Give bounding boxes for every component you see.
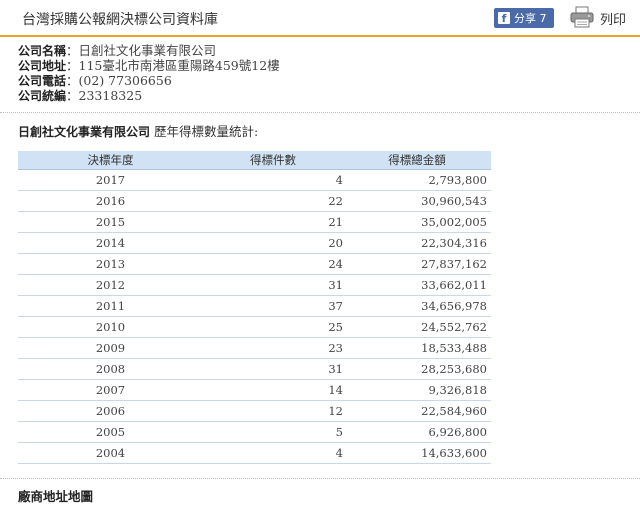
- separator: ：: [66, 73, 79, 88]
- separator: ：: [66, 58, 79, 73]
- company-address-label: 公司地址: [18, 59, 67, 73]
- cell-count: 25: [203, 316, 343, 338]
- stats-title-suffix: 歷年得標數量統計:: [154, 124, 259, 139]
- column-header-year: 決標年度: [18, 151, 203, 170]
- cell-amount: 24,552,762: [343, 316, 491, 338]
- share-label: 分享 7: [514, 12, 547, 25]
- table-row: 2017 4 2,793,800: [18, 169, 491, 191]
- column-header-count: 得標件數: [203, 151, 343, 170]
- table-row: 2010 25 24,552,762: [18, 316, 491, 338]
- cell-year: 2016: [18, 190, 203, 212]
- table-row: 2011 37 34,656,978: [18, 295, 491, 317]
- company-address-row: 公司地址：115臺北市南港區重陽路459號12樓: [18, 58, 280, 73]
- table-row: 2015 21 35,002,005: [18, 211, 491, 233]
- site-title: 台灣採購公報網決標公司資料庫: [22, 12, 218, 28]
- section-divider: [0, 112, 640, 113]
- cell-count: 22: [203, 190, 343, 212]
- award-stats-table: 決標年度 得標件數 得標總金額 2017 4 2,793,800 2016 22 30,…: [18, 151, 491, 464]
- cell-year: 2013: [18, 253, 203, 275]
- separator: ：: [66, 88, 79, 103]
- cell-amount: 22,304,316: [343, 232, 491, 254]
- cell-count: 4: [203, 442, 343, 464]
- cell-year: 2014: [18, 232, 203, 254]
- cell-amount: 30,960,543: [343, 190, 491, 212]
- footer-divider: [0, 478, 640, 479]
- table-row: 2004 4 14,633,600: [18, 442, 491, 464]
- cell-count: 37: [203, 295, 343, 317]
- cell-amount: 35,002,005: [343, 211, 491, 233]
- cell-count: 31: [203, 274, 343, 296]
- table-row: 2007 14 9,326,818: [18, 379, 491, 401]
- cell-amount: 34,656,978: [343, 295, 491, 317]
- facebook-icon: f: [498, 12, 510, 25]
- cell-year: 2015: [18, 211, 203, 233]
- cell-year: 2011: [18, 295, 203, 317]
- company-name-value: 日創社文化事業有限公司: [78, 43, 217, 58]
- table-row: 2013 24 27,837,162: [18, 253, 491, 275]
- company-name-row: 公司名稱：日創社文化事業有限公司: [18, 43, 280, 58]
- table-row: 2006 12 22,584,960: [18, 400, 491, 422]
- cell-count: 4: [203, 169, 343, 191]
- table-row: 2009 23 18,533,488: [18, 337, 491, 359]
- cell-amount: 28,253,680: [343, 358, 491, 380]
- company-info: 公司名稱：日創社文化事業有限公司 公司地址：115臺北市南港區重陽路459號12…: [18, 43, 280, 103]
- table-header-row: 決標年度 得標件數 得標總金額: [18, 151, 491, 170]
- cell-amount: 9,326,818: [343, 379, 491, 401]
- stats-company-name: 日創社文化事業有限公司: [18, 125, 151, 139]
- map-section-title: 廠商地址地圖: [18, 489, 94, 504]
- facebook-share-button[interactable]: f 分享 7: [494, 8, 554, 28]
- cell-count: 5: [203, 421, 343, 443]
- cell-amount: 18,533,488: [343, 337, 491, 359]
- cell-amount: 14,633,600: [343, 442, 491, 464]
- print-link[interactable]: 列印: [600, 9, 626, 28]
- company-name-label: 公司名稱: [18, 44, 67, 58]
- cell-year: 2007: [18, 379, 203, 401]
- company-phone-label: 公司電話: [18, 74, 67, 88]
- company-phone-value: (02) 77306656: [78, 73, 172, 88]
- cell-count: 14: [203, 379, 343, 401]
- cell-amount: 6,926,800: [343, 421, 491, 443]
- table-row: 2012 31 33,662,011: [18, 274, 491, 296]
- cell-count: 24: [203, 253, 343, 275]
- table-row: 2016 22 30,960,543: [18, 190, 491, 212]
- cell-year: 2004: [18, 442, 203, 464]
- company-tax-row: 公司統編：23318325: [18, 88, 280, 103]
- cell-year: 2009: [18, 337, 203, 359]
- page-header: 台灣採購公報網決標公司資料庫 f 分享 7 列印: [0, 0, 640, 36]
- cell-amount: 27,837,162: [343, 253, 491, 275]
- cell-year: 2010: [18, 316, 203, 338]
- cell-year: 2006: [18, 400, 203, 422]
- cell-amount: 22,584,960: [343, 400, 491, 422]
- cell-amount: 33,662,011: [343, 274, 491, 296]
- cell-count: 21: [203, 211, 343, 233]
- printer-icon[interactable]: [570, 6, 594, 28]
- cell-year: 2012: [18, 274, 203, 296]
- table-row: 2014 20 22,304,316: [18, 232, 491, 254]
- company-tax-value: 23318325: [78, 88, 143, 103]
- cell-year: 2017: [18, 169, 203, 191]
- stats-heading: 日創社文化事業有限公司 歷年得標數量統計:: [18, 121, 258, 140]
- company-address-value: 115臺北市南港區重陽路459號12樓: [78, 58, 280, 73]
- table-body: 2017 4 2,793,800 2016 22 30,960,543 2015 21 35…: [18, 169, 491, 464]
- cell-amount: 2,793,800: [343, 169, 491, 191]
- separator: ：: [66, 43, 79, 58]
- cell-count: 12: [203, 400, 343, 422]
- cell-count: 23: [203, 337, 343, 359]
- table-row: 2005 5 6,926,800: [18, 421, 491, 443]
- company-tax-label: 公司統編: [18, 89, 67, 103]
- table-row: 2008 31 28,253,680: [18, 358, 491, 380]
- column-header-amount: 得標總金額: [343, 151, 491, 170]
- cell-year: 2005: [18, 421, 203, 443]
- header-divider: [0, 35, 640, 37]
- cell-year: 2008: [18, 358, 203, 380]
- cell-count: 20: [203, 232, 343, 254]
- company-phone-row: 公司電話：(02) 77306656: [18, 73, 280, 88]
- cell-count: 31: [203, 358, 343, 380]
